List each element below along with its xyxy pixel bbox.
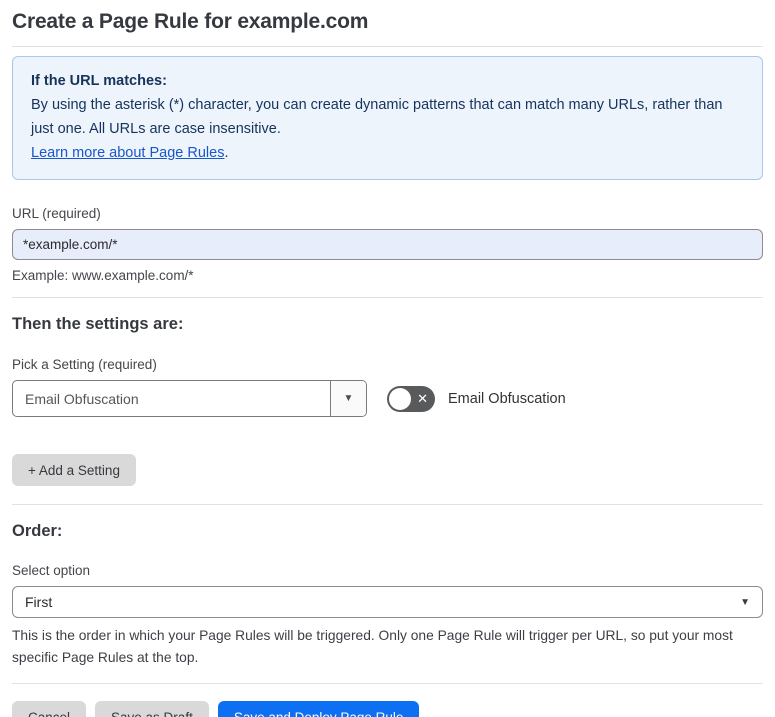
cancel-button[interactable]: Cancel [12, 701, 87, 717]
save-and-deploy-button[interactable]: Save and Deploy Page Rule [217, 701, 420, 717]
create-page-rule-form: Create a Page Rule for example.com If th… [0, 0, 775, 717]
page-title: Create a Page Rule for example.com [12, 10, 369, 33]
save-as-draft-button[interactable]: Save as Draft [95, 701, 209, 717]
toggle-label: Email Obfuscation [448, 390, 566, 407]
pick-setting-label: Pick a Setting (required) [12, 357, 157, 372]
link-suffix: . [224, 145, 229, 161]
url-field-section: URL (required) Example: www.example.com/… [12, 206, 763, 283]
url-matches-info-box: If the URL matches: By using the asteris… [12, 56, 763, 180]
chevron-down-icon[interactable]: ▼ [330, 381, 366, 416]
order-select-value: First [25, 594, 53, 610]
order-description: This is the order in which your Page Rul… [12, 628, 733, 665]
title-divider [12, 46, 763, 47]
setting-picker-dropdown[interactable]: Email Obfuscation ▼ [12, 380, 367, 417]
footer-actions: Cancel Save as Draft Save and Deploy Pag… [12, 701, 763, 717]
order-select[interactable]: First ▼ [12, 586, 763, 618]
email-obfuscation-toggle-group: ✕ Email Obfuscation [387, 385, 566, 412]
select-arrow-icon: ▼ [740, 596, 750, 608]
email-obfuscation-toggle[interactable]: ✕ [387, 385, 435, 412]
info-box-body: By using the asterisk (*) character, you… [31, 97, 723, 137]
add-setting-button[interactable]: + Add a Setting [12, 454, 136, 486]
learn-more-link[interactable]: Learn more about Page Rules [31, 145, 224, 161]
settings-section-heading: Then the settings are: [12, 315, 184, 333]
footer-divider [12, 683, 763, 684]
settings-section-divider [12, 504, 763, 505]
info-box-heading: If the URL matches: [31, 73, 167, 89]
url-field-label: URL (required) [12, 206, 101, 221]
url-input[interactable] [12, 229, 763, 260]
toggle-off-x-icon: ✕ [417, 391, 428, 406]
info-box-link-line: Learn more about Page Rules. [31, 141, 744, 165]
url-example-helper: Example: www.example.com/* [12, 268, 194, 283]
toggle-knob [389, 387, 411, 410]
setting-picker-value: Email Obfuscation [25, 390, 139, 407]
setting-row: Email Obfuscation ▼ ✕ Email Obfuscation [12, 380, 763, 417]
url-section-divider [12, 297, 763, 298]
order-section-heading: Order: [12, 522, 63, 540]
order-select-label: Select option [12, 563, 91, 578]
